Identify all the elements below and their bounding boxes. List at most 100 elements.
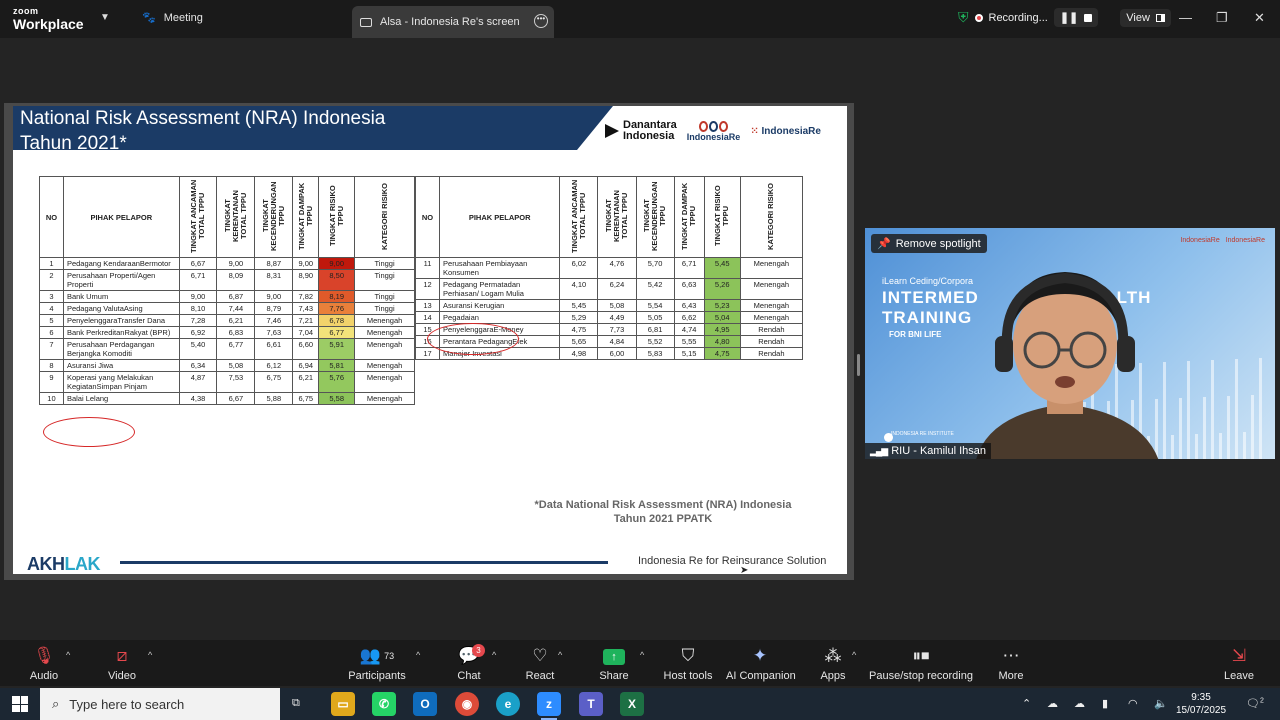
row-dampak: 5,55 <box>673 335 705 348</box>
chevron-down-icon[interactable]: ▼ <box>100 12 110 23</box>
apps-options-caret-icon[interactable]: ^ <box>852 650 856 660</box>
dots-grid-icon: ⁙ <box>750 125 759 137</box>
row-no: 8 <box>39 359 64 372</box>
chat-options-caret-icon[interactable]: ^ <box>492 650 496 660</box>
row-pihak-pelapor: PenyelenggaraTransfer Dana <box>62 314 180 327</box>
akhlak-logo: AKHLAK <box>27 554 100 574</box>
pin-icon: 📌 <box>877 238 891 250</box>
windows-start-icon[interactable] <box>12 696 28 712</box>
battery-icon[interactable]: ▮ <box>1102 697 1108 710</box>
row-kerentanan: 4,49 <box>597 311 637 324</box>
zoom-app-icon[interactable]: z <box>537 692 561 720</box>
row-kerentanan: 7,73 <box>597 323 637 336</box>
pause-recording-label: Pause/stop recording <box>869 670 973 682</box>
outlook-icon[interactable]: O <box>413 692 437 716</box>
table-row: 14 Pegadaian 5,29 4,49 5,05 6,62 5,04 Menengah <box>414 311 804 324</box>
shield-check-icon[interactable]: ⛨ <box>958 9 969 26</box>
row-kecenderungan: 9,00 <box>254 290 294 303</box>
table-row: 8 Asuransi Jiwa 6,34 5,08 6,12 6,94 5,81 Meneng… <box>39 359 415 372</box>
slide-title-line2: Tahun 2021* <box>20 133 127 154</box>
more-label: More <box>998 670 1024 682</box>
background-bar <box>1179 398 1182 459</box>
share-label: Share <box>599 670 629 682</box>
audio-button[interactable]: 🎙 Audio <box>22 645 66 682</box>
more-button[interactable]: ⋯ More <box>994 645 1028 682</box>
table-header-row: NO PIHAK PELAPOR TINGKAT ANCAMAN TOTAL T… <box>39 176 415 258</box>
participant-video-tile[interactable]: IndonesiaRe IndonesiaRe iLearn Ceding/Co… <box>865 228 1275 459</box>
pause-icon[interactable]: ❚❚ <box>1060 11 1078 24</box>
background-bar <box>1243 432 1246 459</box>
share-options-caret-icon[interactable]: ^ <box>640 650 644 660</box>
teams-icon[interactable]: T <box>579 692 603 716</box>
ai-companion-button[interactable]: ✦ AI Companion <box>726 645 796 682</box>
header-dampak: TINGKAT DAMPAK TPPU <box>292 176 320 258</box>
share-button[interactable]: ↑ Share <box>596 645 632 682</box>
remove-spotlight-button[interactable]: 📌 Remove spotlight <box>871 234 987 253</box>
close-icon[interactable]: ✕ <box>1254 10 1265 26</box>
taskbar-clock[interactable]: 9:35 15/07/2025 <box>1176 691 1226 717</box>
zoom-workplace-logo[interactable]: zoom Workplace <box>13 7 84 32</box>
more-options-icon[interactable]: ••• <box>534 14 548 28</box>
video-logo-1: IndonesiaRe <box>1180 237 1220 244</box>
meeting-controls-toolbar: 🎙 Audio ^ ⧄ Video ^ 👥 73 Participants ^ 💬… <box>0 640 1280 686</box>
row-kerentanan: 6,83 <box>216 326 256 339</box>
audio-options-caret-icon[interactable]: ^ <box>66 650 70 660</box>
tray-cloud-icon[interactable]: ☁ <box>1047 697 1058 710</box>
row-kecenderungan: 5,70 <box>635 257 675 279</box>
volume-icon[interactable]: 🔈 <box>1154 697 1168 710</box>
row-kecenderungan: 7,63 <box>254 326 294 339</box>
view-layout-icon <box>1155 13 1165 22</box>
row-kategori: Rendah <box>739 323 804 336</box>
react-options-caret-icon[interactable]: ^ <box>558 650 562 660</box>
view-button[interactable]: View <box>1120 8 1171 27</box>
video-options-caret-icon[interactable]: ^ <box>148 650 152 660</box>
task-view-icon[interactable]: ⧉ <box>292 697 300 710</box>
host-tools-label: Host tools <box>663 670 713 682</box>
whatsapp-icon[interactable]: ✆ <box>372 692 396 716</box>
row-no: 12 <box>414 278 441 300</box>
danantara-logo: Danantara Indonesia <box>605 120 677 142</box>
row-kategori: Menengah <box>739 299 804 312</box>
row-kecenderungan: 7,46 <box>254 314 294 327</box>
leave-button[interactable]: ⇲ Leave <box>1222 645 1256 682</box>
row-risiko: 5,91 <box>318 338 356 360</box>
taskbar-search-box[interactable]: ⌕ Type here to search <box>40 688 280 720</box>
row-pihak-pelapor: Perusahaan Perdagangan Berjangka Komodit… <box>62 338 180 360</box>
participants-options-caret-icon[interactable]: ^ <box>416 650 420 660</box>
row-pihak-pelapor: Pedagang ValutaAsing <box>62 302 180 315</box>
row-kategori: Menengah <box>739 257 804 279</box>
row-kategori: Menengah <box>354 371 415 393</box>
edge-icon[interactable]: e <box>496 692 520 716</box>
apps-button[interactable]: ⁂ Apps <box>816 645 850 682</box>
row-no: 4 <box>39 302 64 315</box>
excel-icon[interactable]: X <box>620 692 644 716</box>
onedrive-icon[interactable]: ☁ <box>1074 697 1085 710</box>
stop-icon[interactable] <box>1084 13 1093 22</box>
video-button[interactable]: ⧄ Video <box>100 645 144 682</box>
host-tools-button[interactable]: ⛉ Host tools <box>662 645 714 682</box>
notifications-icon[interactable]: 🗨2 <box>1246 697 1264 710</box>
header-pihak: PIHAK PELAPOR <box>439 176 561 258</box>
row-kategori: Tinggi <box>354 257 415 270</box>
danantara-text-2: Indonesia <box>623 130 675 142</box>
header-risiko: TINGKAT RISIKO TPPU <box>318 176 356 258</box>
slide-footer-line <box>120 561 608 564</box>
tray-chevron-up-icon[interactable]: ⌃ <box>1022 697 1031 710</box>
screen-icon <box>360 17 372 27</box>
header-no: NO <box>39 176 64 258</box>
split-divider-handle[interactable] <box>857 354 860 376</box>
meeting-tab[interactable]: 🐾 Meeting <box>142 11 203 25</box>
screen-share-tab[interactable]: Alsa - Indonesia Re's screen ••• <box>352 6 554 38</box>
file-explorer-icon[interactable]: ▭ <box>331 692 355 716</box>
wifi-icon[interactable]: ◠ <box>1128 697 1138 710</box>
participants-button[interactable]: 👥 73 Participants <box>346 645 408 682</box>
background-bar <box>1203 397 1206 459</box>
banner-footer: INDONESIA RE INSTITUTE <box>891 431 954 437</box>
row-dampak: 6,71 <box>673 257 705 279</box>
chrome-icon[interactable]: ◉ <box>455 692 479 716</box>
nra-table-left: NO PIHAK PELAPOR TINGKAT ANCAMAN TOTAL T… <box>39 176 415 405</box>
pause-stop-recording-button[interactable]: ⏸⏹ Pause/stop recording <box>868 645 974 682</box>
react-button[interactable]: ♡ React <box>522 645 558 682</box>
restore-icon[interactable]: ❐ <box>1216 10 1228 26</box>
minimize-icon[interactable]: — <box>1179 10 1192 25</box>
